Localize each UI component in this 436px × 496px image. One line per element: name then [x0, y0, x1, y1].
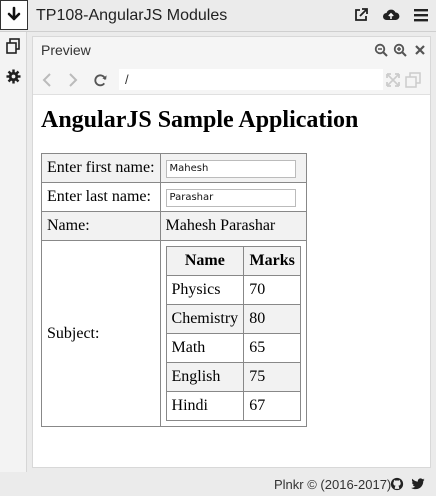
page-heading: AngularJS Sample Application [41, 107, 359, 133]
table-row: Chemistry 80 [165, 304, 302, 334]
name-label: Name: [41, 211, 161, 241]
preview-panel: Preview AngularJS Sample Application [32, 36, 431, 468]
first-name-label: Enter first name: [41, 153, 161, 183]
subject-marks: 80 [243, 304, 302, 334]
subject-name: Physics [165, 275, 245, 305]
footer-copyright: Plnkr © (2016-2017) [274, 477, 392, 492]
table-row: Enter first name: [41, 153, 308, 183]
close-icon[interactable] [413, 43, 427, 57]
first-name-input[interactable] [165, 159, 296, 178]
table-row: Subject: Name Marks Physics 70 Chemistry [41, 240, 308, 427]
url-input[interactable] [119, 69, 383, 90]
subject-cell: Name Marks Physics 70 Chemistry 80 Math … [159, 240, 308, 427]
forward-arrow-icon[interactable] [65, 72, 81, 88]
left-sidebar [0, 32, 27, 472]
refresh-icon[interactable] [92, 72, 108, 88]
preview-content: AngularJS Sample Application Enter first… [41, 107, 421, 427]
cloud-upload-icon[interactable] [382, 6, 400, 24]
app-title: TP108-AngularJS Modules [36, 7, 228, 24]
name-value: Mahesh Parashar [159, 211, 308, 241]
subject-name: English [165, 362, 245, 392]
table-row: Math 65 [165, 333, 302, 363]
files-icon[interactable] [5, 38, 21, 54]
column-header-name: Name [165, 246, 245, 276]
student-table: Enter first name: Enter last name: Name:… [41, 153, 308, 427]
last-name-input[interactable] [165, 188, 296, 207]
first-name-cell [159, 153, 308, 183]
subject-marks: 67 [243, 391, 302, 421]
url-bar [33, 65, 430, 95]
subject-label: Subject: [41, 240, 161, 427]
top-bar: TP108-AngularJS Modules [0, 0, 436, 32]
last-name-cell [159, 182, 308, 212]
download-icon[interactable] [0, 0, 28, 30]
subjects-header-row: Name Marks [165, 246, 302, 276]
subject-name: Math [165, 333, 245, 363]
preview-header: Preview [33, 37, 430, 65]
subject-marks: 75 [243, 362, 302, 392]
subject-name: Hindi [165, 391, 245, 421]
expand-icon[interactable] [385, 72, 401, 88]
table-row: Name: Mahesh Parashar [41, 211, 308, 241]
twitter-icon[interactable] [411, 477, 425, 491]
column-header-marks: Marks [243, 246, 302, 276]
last-name-label: Enter last name: [41, 182, 161, 212]
preview-title: Preview [41, 42, 91, 58]
table-row: Enter last name: [41, 182, 308, 212]
subject-marks: 65 [243, 333, 302, 363]
table-row: Physics 70 [165, 275, 302, 305]
zoom-in-icon[interactable] [393, 43, 407, 57]
popout-icon[interactable] [405, 72, 421, 88]
gear-icon[interactable] [5, 68, 21, 84]
zoom-out-icon[interactable] [374, 43, 388, 57]
subject-name: Chemistry [165, 304, 245, 334]
github-icon[interactable] [390, 477, 404, 491]
external-link-icon[interactable] [352, 6, 370, 24]
hamburger-menu-icon[interactable] [412, 6, 430, 24]
subjects-table: Name Marks Physics 70 Chemistry 80 Math … [165, 246, 302, 421]
table-row: Hindi 67 [165, 391, 302, 421]
subject-marks: 70 [243, 275, 302, 305]
footer: Plnkr © (2016-2017) [0, 472, 436, 496]
back-arrow-icon[interactable] [39, 72, 55, 88]
table-row: English 75 [165, 362, 302, 392]
